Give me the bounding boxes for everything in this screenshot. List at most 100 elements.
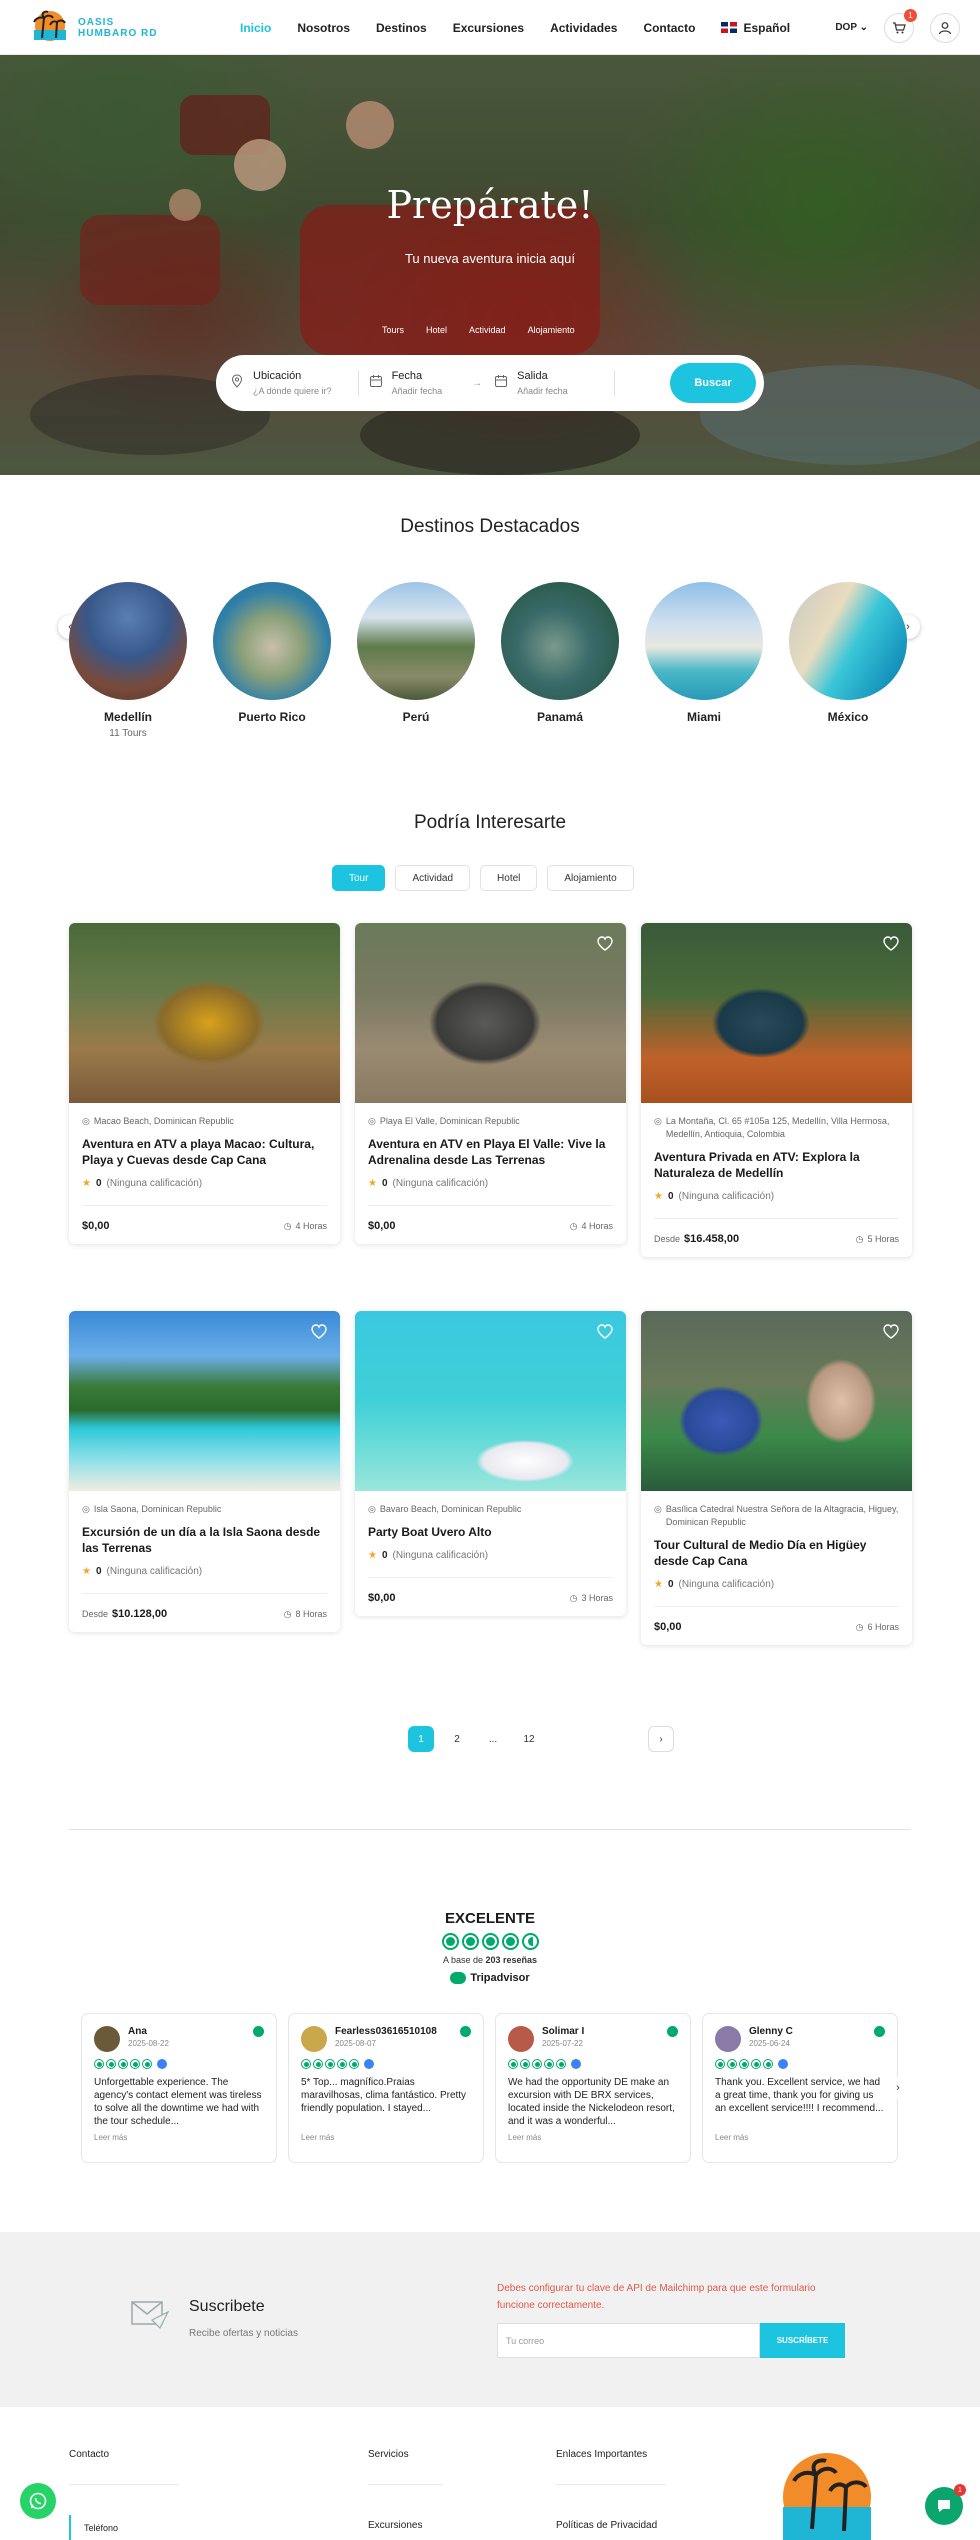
read-more-link[interactable]: Leer más (94, 2133, 264, 2142)
tour-rating: ★ 0 (Ninguna calificación) (368, 1178, 613, 1189)
logo-text: OASIS HUMBARO RD (78, 17, 157, 39)
favorite-heart-icon[interactable] (596, 1323, 614, 1341)
date-field[interactable]: Fecha Añadir fecha (369, 370, 442, 396)
review-rating-bubbles (301, 2059, 471, 2069)
next-page-button[interactable]: › (648, 1726, 674, 1752)
account-button[interactable] (930, 12, 960, 43)
nav-contacto[interactable]: Contacto (643, 21, 695, 35)
nav-actividades[interactable]: Actividades (550, 21, 617, 35)
review-text: Thank you. Excellent service, we had a g… (715, 2077, 884, 2114)
review-card: Ana 2025-08-22 Unforgettable experience. … (81, 2013, 277, 2163)
destination-medellin[interactable]: Medellín 11 Tours (69, 582, 187, 739)
tour-card[interactable]: ◎ La Montaña, Cl. 65 #105a 125, Medellín,… (641, 923, 912, 1257)
rating-value: 0 (667, 1579, 674, 1590)
tour-title[interactable]: Aventura en ATV a playa Macao: Cultura, … (82, 1136, 327, 1168)
divider (357, 370, 359, 396)
destination-mexico[interactable]: México (789, 582, 907, 739)
reviewer-name: Ana (128, 2026, 147, 2037)
star-icon: ★ (82, 1566, 91, 1577)
currency-selector[interactable]: DOP ⌄ (835, 22, 868, 33)
favorite-heart-icon[interactable] (882, 935, 900, 953)
tour-title[interactable]: Excursión de un día a la Isla Saona desd… (82, 1524, 327, 1556)
read-more-link[interactable]: Leer más (301, 2133, 471, 2142)
chat-widget-button[interactable]: 1 (925, 2484, 966, 2525)
tour-rating: ★ 0 (Ninguna calificación) (82, 1566, 327, 1577)
favorite-heart-icon[interactable] (310, 1323, 328, 1341)
hero-tab-hotel[interactable]: Hotel (426, 325, 447, 335)
footer-link-privacy[interactable]: Políticas de Privacidad (556, 2520, 657, 2531)
filter-tab-alojamiento[interactable]: Alojamiento (547, 865, 634, 891)
whatsapp-button[interactable] (20, 2483, 56, 2519)
destination-panama[interactable]: Panamá (501, 582, 619, 739)
reviewer-name: Solimar I (542, 2026, 585, 2037)
hero-search-tabs: Tours Hotel Actividad Alojamiento (382, 325, 575, 335)
tour-card[interactable]: ◎ Basílica Catedral Nuestra Señora de la … (641, 1311, 912, 1645)
tour-location: ◎ Basílica Catedral Nuestra Señora de la … (654, 1503, 899, 1529)
avatar (301, 2026, 327, 2052)
pagination-ellipsis: ... (488, 1733, 498, 1745)
footer-link-excursiones[interactable]: Excursiones (368, 2520, 422, 2531)
favorite-heart-icon[interactable] (882, 1323, 900, 1341)
subscribe-button[interactable]: SUSCRÍBETE (760, 2323, 845, 2358)
review-date: 2025-08-22 (128, 2039, 169, 2048)
nav-excursiones[interactable]: Excursiones (453, 21, 524, 35)
review-text: Unforgettable experience. The agency's c… (94, 2077, 262, 2127)
tour-price: $0,00 (368, 1592, 396, 1604)
nav-nosotros[interactable]: Nosotros (297, 21, 350, 35)
tour-title[interactable]: Party Boat Uvero Alto (368, 1524, 613, 1540)
clock-icon: ◷ (283, 1608, 292, 1619)
hero-tab-tours[interactable]: Tours (382, 325, 404, 335)
location-field[interactable]: Ubicación ¿A dónde quiere ir? (230, 370, 332, 396)
tour-card[interactable]: ◎ Playa El Valle, Dominican Republic Aven… (355, 923, 626, 1244)
destination-image (69, 582, 187, 700)
duration-text: 4 Horas (295, 1221, 327, 1231)
language-selector[interactable]: Español (721, 21, 790, 35)
destination-puerto-rico[interactable]: Puerto Rico (213, 582, 331, 739)
page-12-button[interactable]: 12 (516, 1726, 542, 1752)
destination-image (645, 582, 763, 700)
divider (368, 2484, 443, 2485)
tour-card[interactable]: ◎ Macao Beach, Dominican Republic Aventur… (69, 923, 340, 1244)
map-pin-icon (231, 374, 243, 388)
filter-tab-hotel[interactable]: Hotel (480, 865, 538, 891)
destination-name: México (827, 710, 869, 724)
email-input[interactable]: Tu correo (497, 2323, 760, 2358)
filter-tab-tour[interactable]: Tour (332, 865, 386, 891)
read-more-link[interactable]: Leer más (508, 2133, 678, 2142)
destination-name: Medellín (103, 710, 152, 724)
tour-location: ◎ La Montaña, Cl. 65 #105a 125, Medellín,… (654, 1115, 899, 1141)
favorite-heart-icon[interactable] (596, 935, 614, 953)
reviews-next-button[interactable]: › (888, 2078, 908, 2098)
divider (69, 2484, 179, 2485)
nav-inicio[interactable]: Inicio (240, 21, 271, 35)
tour-duration: ◷ 5 Horas (856, 1234, 899, 1245)
hero-tab-actividad[interactable]: Actividad (469, 325, 506, 335)
cart-button[interactable]: 1 (884, 8, 917, 43)
search-button[interactable]: Buscar (670, 363, 756, 403)
location-placeholder: ¿A dónde quiere ir? (253, 386, 332, 396)
page-1-button[interactable]: 1 (408, 1726, 434, 1752)
nav-destinos[interactable]: Destinos (376, 21, 427, 35)
hero-tab-alojamiento[interactable]: Alojamiento (528, 325, 575, 335)
tour-card[interactable]: ◎ Bavaro Beach, Dominican Republic Party … (355, 1311, 626, 1616)
price-prefix: Desde (82, 1609, 109, 1619)
destination-peru[interactable]: Perú (357, 582, 475, 739)
map-pin-icon: ◎ (368, 1504, 376, 1514)
review-card: Fearless03616510108 2025-08-07 5* Top... … (288, 2013, 484, 2163)
read-more-link[interactable]: Leer más (715, 2133, 885, 2142)
destination-miami[interactable]: Miami (645, 582, 763, 739)
destinations-title: Destinos Destacados (400, 516, 580, 537)
cart-icon (893, 21, 906, 33)
tour-card[interactable]: ◎ Isla Saona, Dominican Republic Excursió… (69, 1311, 340, 1632)
tour-location-text: Macao Beach, Dominican Republic (93, 1116, 234, 1126)
tour-title[interactable]: Aventura en ATV en Playa El Valle: Vive … (368, 1136, 613, 1168)
clock-icon: ◷ (283, 1220, 292, 1231)
tour-title[interactable]: Tour Cultural de Medio Día en Higüey des… (654, 1537, 899, 1569)
page-2-button[interactable]: 2 (444, 1726, 470, 1752)
filter-tab-actividad[interactable]: Actividad (395, 865, 471, 891)
checkout-field[interactable]: Salida Añadir fecha (494, 370, 568, 396)
interest-filter-tabs: Tour Actividad Hotel Alojamiento (332, 865, 634, 891)
tour-title[interactable]: Aventura Privada en ATV: Explora la Natu… (654, 1149, 899, 1181)
price-value: $0,00 (654, 1621, 682, 1633)
site-logo[interactable]: OASIS HUMBARO RD (28, 6, 163, 50)
